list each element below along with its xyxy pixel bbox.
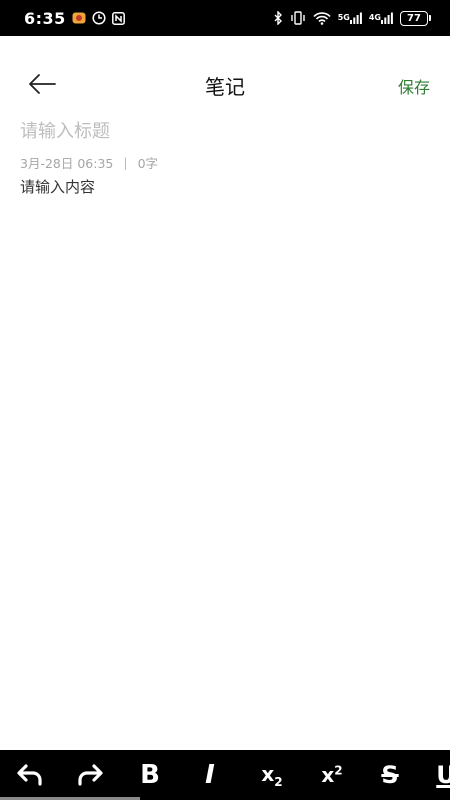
vibrate-icon (290, 11, 306, 25)
signal-5g-icon: 5G (338, 12, 362, 24)
battery-level: 77 (407, 12, 421, 24)
signal-4g-icon: 4G (369, 12, 393, 24)
subscript-button[interactable]: x2 (252, 750, 292, 800)
subscript-label: x2 (261, 761, 283, 789)
note-content-input[interactable] (20, 176, 430, 736)
bold-button[interactable]: B (132, 750, 168, 800)
strikethrough-button[interactable]: S (372, 750, 408, 800)
underline-label: U (436, 761, 450, 789)
status-time: 6:35 (24, 8, 66, 28)
nfc-icon (111, 11, 125, 25)
note-title-input[interactable] (20, 117, 430, 145)
superscript-button[interactable]: x2 (312, 750, 352, 800)
page-title: 笔记 (205, 75, 245, 99)
note-meta: 3月-28日 06:35 | 0字 (20, 153, 158, 172)
clock-notification-icon (92, 11, 106, 25)
bold-label: B (140, 760, 160, 790)
save-button[interactable]: 保存 (398, 74, 430, 98)
redo-icon (78, 764, 103, 786)
strikethrough-label: S (381, 761, 399, 789)
format-toolbar: B I x2 x2 S U (0, 750, 450, 800)
status-bar: 6:35 5G 4G 77 (0, 0, 450, 36)
app-notification-icon (72, 12, 86, 24)
word-count: 0字 (137, 156, 159, 171)
italic-button[interactable]: I (192, 750, 228, 800)
undo-icon (17, 764, 42, 786)
bluetooth-icon (274, 11, 283, 25)
undo-button[interactable] (12, 750, 48, 800)
status-right: 5G 4G 77 (274, 10, 431, 26)
underline-button[interactable]: U (432, 750, 450, 800)
redo-button[interactable] (72, 750, 108, 800)
battery-icon: 77 (400, 10, 431, 26)
status-left: 6:35 (24, 9, 125, 28)
wifi-icon (313, 11, 331, 25)
superscript-label: x2 (321, 763, 343, 787)
italic-label: I (205, 760, 215, 790)
note-date: 3月-28日 06:35 (20, 156, 114, 171)
meta-separator: | (123, 155, 128, 170)
